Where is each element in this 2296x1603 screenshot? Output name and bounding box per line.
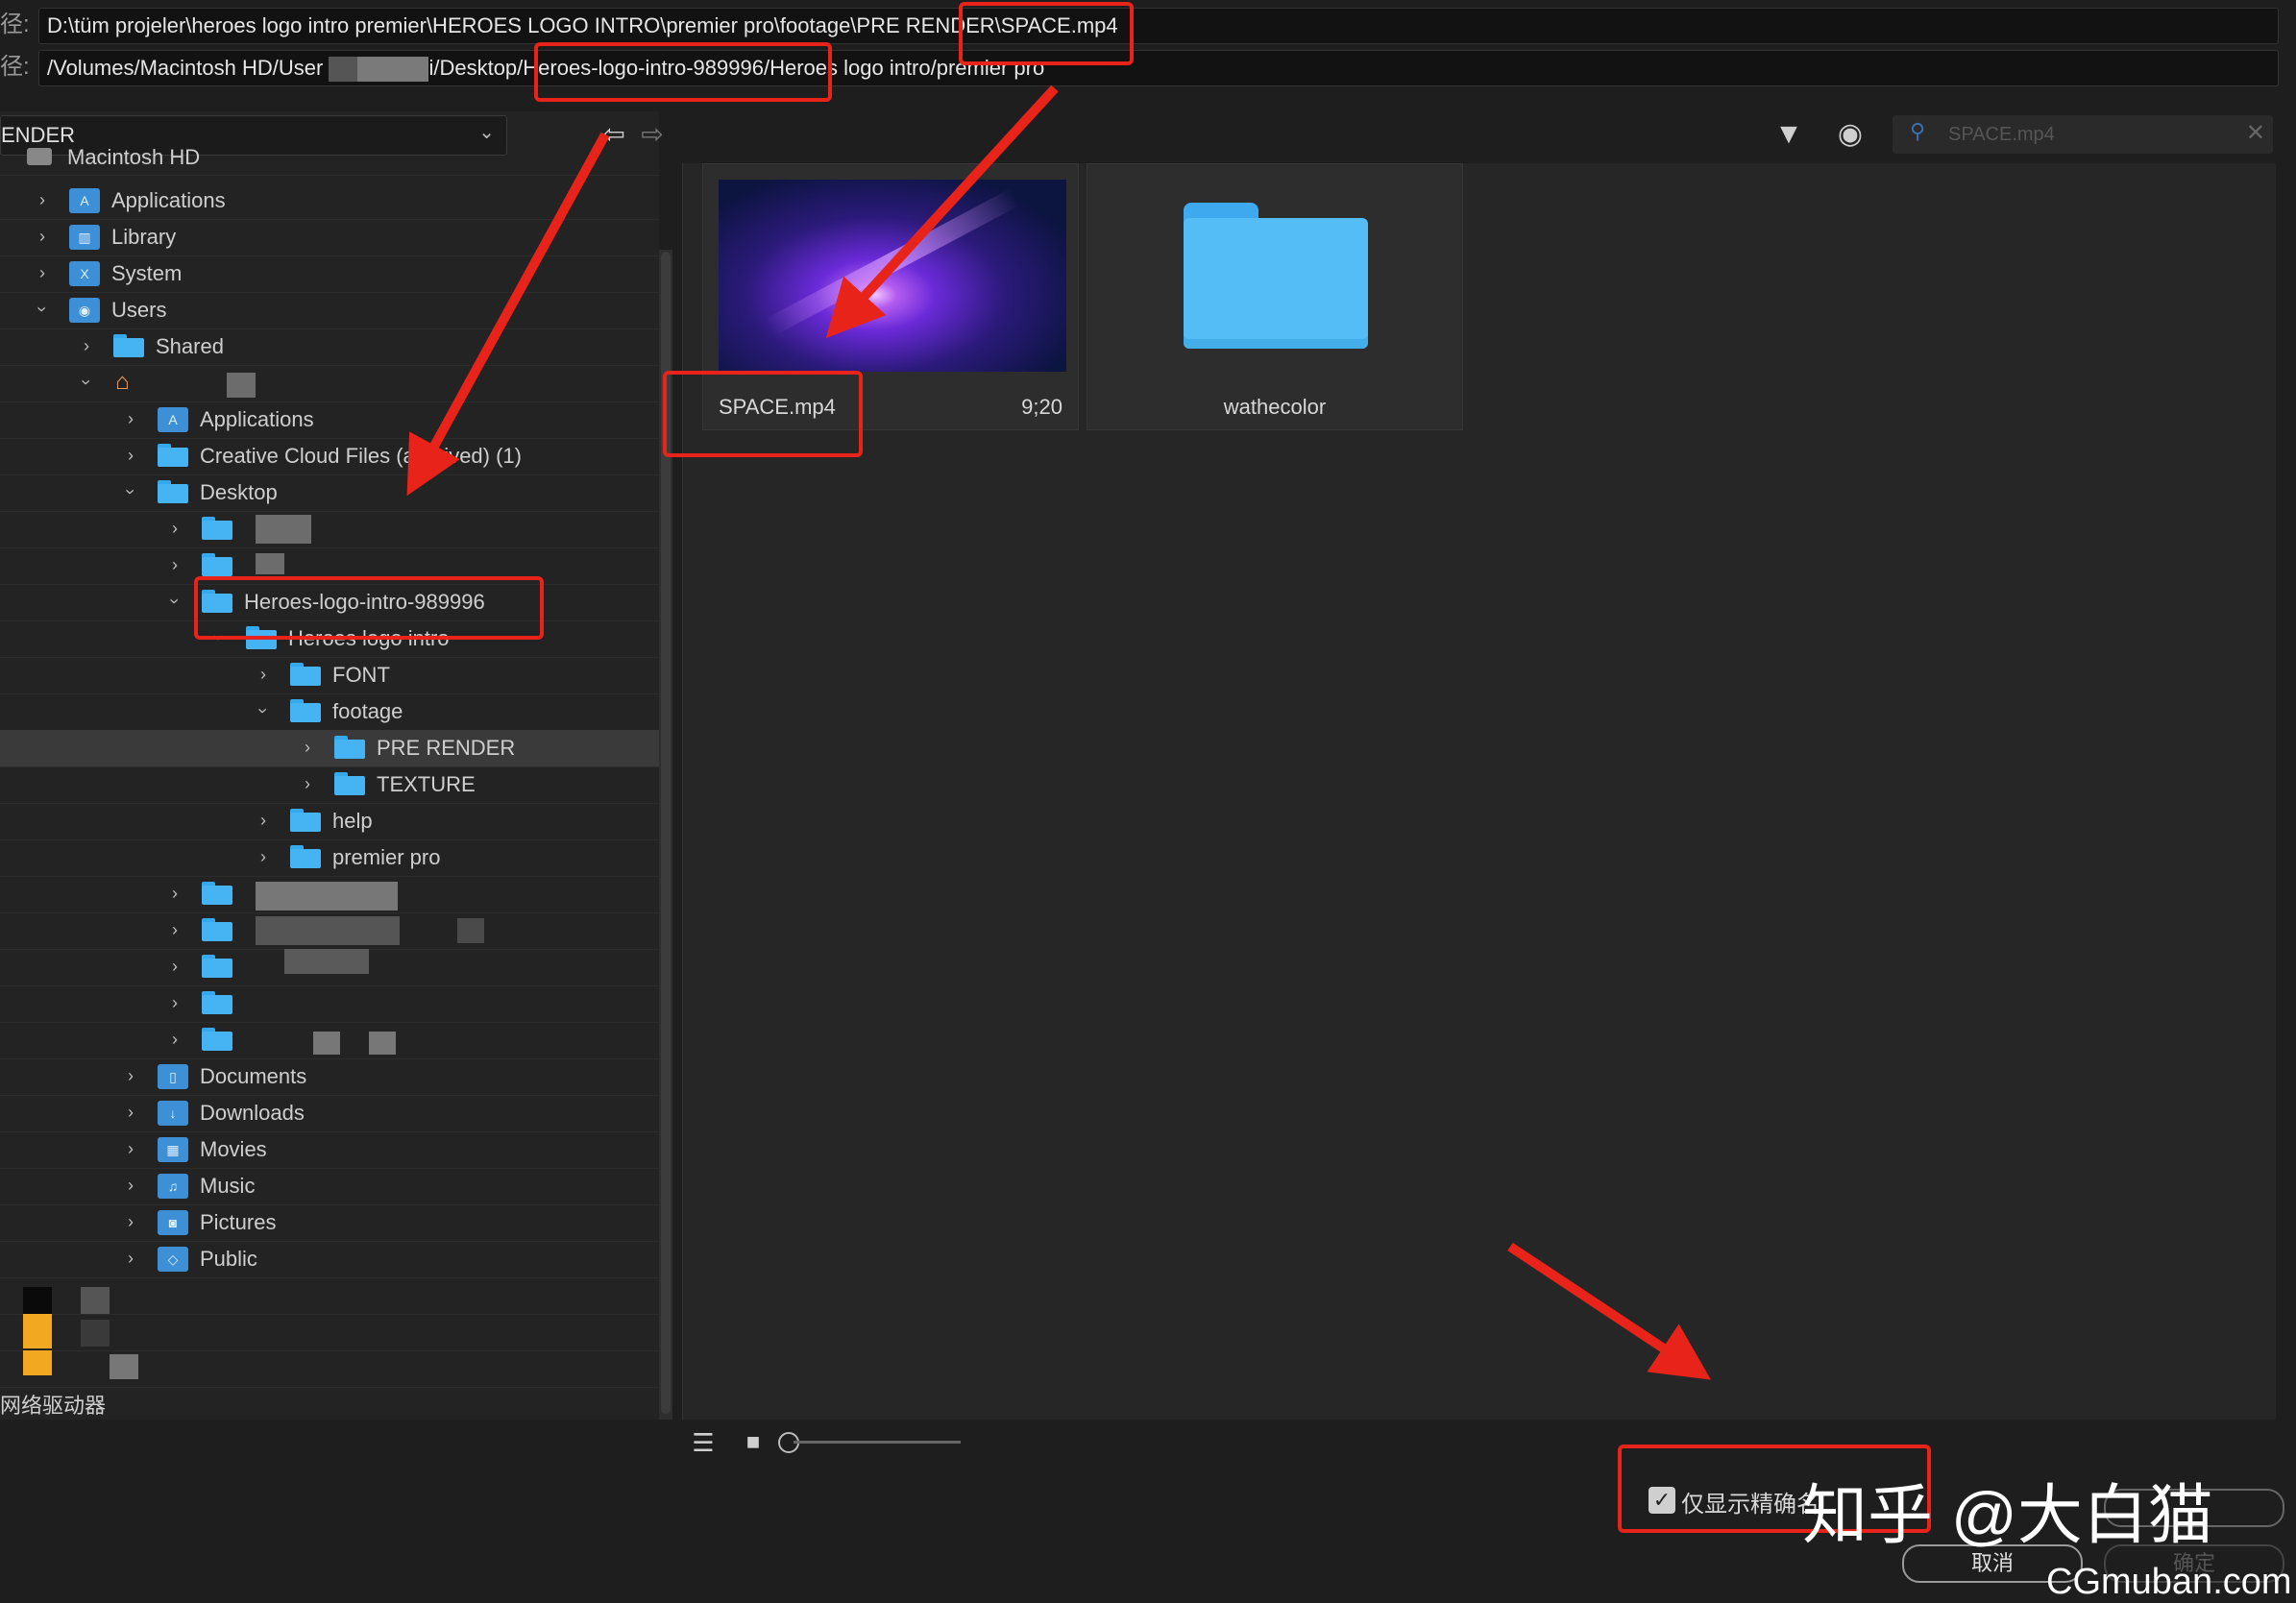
- annotation-arrows: [406, 85, 1712, 1380]
- arrow-to-tree-folder: [406, 132, 610, 497]
- arrow-to-file-tile: [825, 85, 1059, 339]
- zhihu-watermark: 知乎 @大白猫: [1802, 1479, 2213, 1552]
- site-watermark: CGmuban.com: [2046, 1562, 2292, 1602]
- arrow-to-checkbox: [1507, 1242, 1712, 1380]
